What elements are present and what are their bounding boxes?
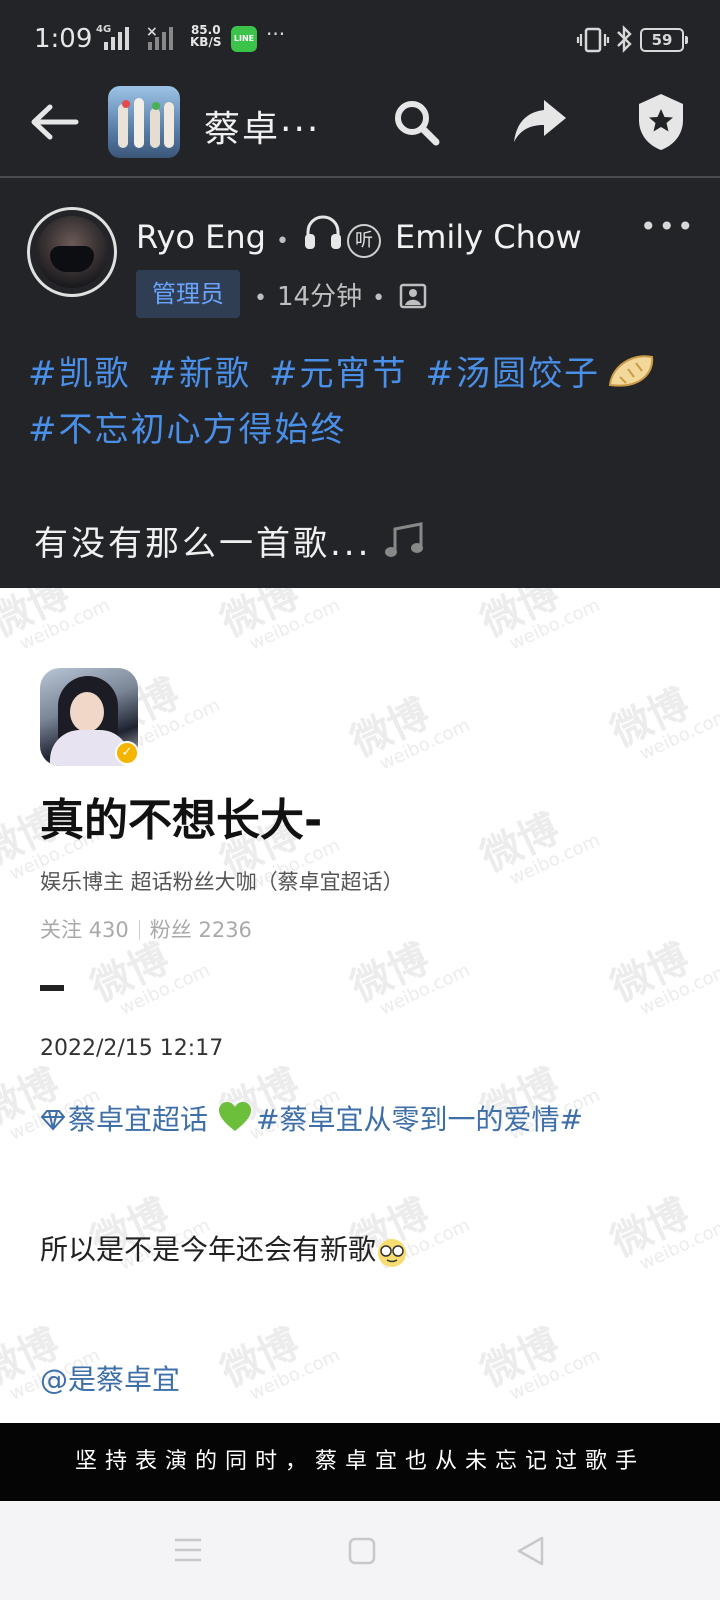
group-privacy-icon [399,283,427,309]
bluetooth-icon [617,25,632,53]
hashtag[interactable]: #不忘初心方得始终 [28,410,347,450]
post-body-text: 有没有那么一首歌... [34,524,372,564]
headphones-icon [304,215,341,249]
weibo-user-name: 真的不想长大- [40,795,323,846]
dash-mark [40,985,64,991]
avatar-mask-shape [50,246,94,272]
avatar-image [36,216,108,288]
share-icon[interactable] [512,96,568,146]
more-options-icon[interactable]: ••• [640,210,696,243]
topic-link: #蔡卓宜从零到一的爱情# [256,1103,583,1136]
weibo-user-stats: 关注 430 粉丝 2236 [40,914,252,944]
watermark: 微博 weibo.com [604,1190,720,1275]
watermark: 微博 weibo.com [214,588,344,655]
watermark: 微博 weibo.com [344,935,474,1020]
watermark: 微博 weibo.com [604,935,720,1020]
weibo-user-description: 娱乐博主 超话粉丝大咖（蔡卓宜超话） [40,870,404,894]
dumpling-emoji [608,355,654,387]
hashtag[interactable]: #凯歌 [28,354,131,394]
weibo-post-date: 2022/2/15 12:17 [40,1036,224,1061]
separator-dot: • [275,229,289,254]
followers-count: 2236 [198,918,252,942]
system-nav-bar [0,1501,720,1600]
following-label: 关注 [40,918,82,942]
listening-badge: 听 [346,224,381,258]
weibo-screenshot-card[interactable]: 微博 weibo.com 微博 weibo.com 微博 weibo.com 微博 we… [0,588,720,1423]
post-text: 有没有那么一首歌... [34,516,429,565]
green-heart-emoji [219,1102,252,1131]
supertopic-link: 蔡卓宜超话 [68,1103,209,1136]
signal-2-icon [148,26,173,50]
separator-dot: • [372,286,386,311]
back-icon[interactable] [516,1535,546,1567]
author-avatar[interactable] [27,207,117,297]
group-title[interactable]: 蔡卓··· [204,100,320,152]
watermark: 微博 weibo.com [604,680,720,765]
weibo-body-text: 所以是不是今年还会有新歌 [40,1233,377,1266]
separator-dot: • [254,286,267,311]
admin-shield-icon[interactable] [636,92,686,152]
coauthor-name[interactable]: Emily Chow [395,218,582,256]
avatar-face-shape [70,692,104,732]
hashtag[interactable]: #汤圆饺子 [426,354,601,394]
post-meta: • 14分钟 • [254,276,427,313]
weibo-topics: 蔡卓宜超话 #蔡卓宜从零到一的爱情# [40,1098,583,1138]
divider [138,920,140,940]
line-app-icon: LINE [231,26,257,52]
status-bar: 1:09 4G × 85.0 KB/S LINE ··· 59 [0,0,720,80]
weibo-post-text: 所以是不是今年还会有新歌 [40,1228,408,1269]
hashtag-line-1: #凯歌 #新歌 #元宵节 #汤圆饺子 [28,346,698,402]
video-subtitle: 坚持表演的同时，蔡卓宜也从未忘记过歌手 [0,1423,720,1501]
group-cover-thumbnail[interactable] [108,86,180,158]
hashtag[interactable]: #元宵节 [269,354,408,394]
author-name[interactable]: Ryo Eng [136,218,266,256]
watermark: 微博 weibo.com [474,588,604,655]
recent-apps-icon[interactable] [174,1537,202,1563]
back-arrow-icon[interactable] [28,102,80,142]
vibrate-icon [576,27,610,53]
watermark: 微博 weibo.com [214,1320,344,1405]
battery-icon: 59 [640,28,688,52]
admin-badge: 管理员 [136,270,240,318]
following-count: 430 [88,918,129,942]
signal-icon [104,26,129,50]
post-time[interactable]: 14分钟 [277,282,362,312]
verified-badge-icon: ✓ [115,741,139,765]
home-icon[interactable] [348,1537,376,1565]
supertopic-diamond-icon [40,1110,66,1131]
followers-label: 粉丝 [149,918,192,942]
weibo-mention: @是蔡卓宜 [40,1363,181,1396]
status-time: 1:09 [34,24,93,54]
watermark: 微博 weibo.com [0,588,114,655]
watermark: 微博 weibo.com [474,1320,604,1405]
hashtag-line-2: #不忘初心方得始终 [28,402,698,458]
network-speed: 85.0 KB/S [190,24,221,48]
app-bar: 蔡卓··· [0,80,720,178]
screen: 1:09 4G × 85.0 KB/S LINE ··· 59 蔡卓··· Ry… [0,0,720,1600]
post-author-row: Ryo Eng • 听 Emily Chow [136,214,582,258]
nerd-face-emoji [378,1239,407,1267]
watermark: 微博 weibo.com [344,690,474,775]
post-hashtags: #凯歌 #新歌 #元宵节 #汤圆饺子 #不忘初心方得始终 [28,346,698,458]
more-notifications-icon: ··· [266,22,286,46]
facebook-post-area: 1:09 4G × 85.0 KB/S LINE ··· 59 蔡卓··· Ry… [0,0,720,588]
music-notes-emoji [385,522,424,557]
speed-unit: KB/S [190,35,222,49]
search-icon[interactable] [392,98,442,148]
hashtag[interactable]: #新歌 [149,354,252,394]
watermark: 微博 weibo.com [474,805,604,890]
